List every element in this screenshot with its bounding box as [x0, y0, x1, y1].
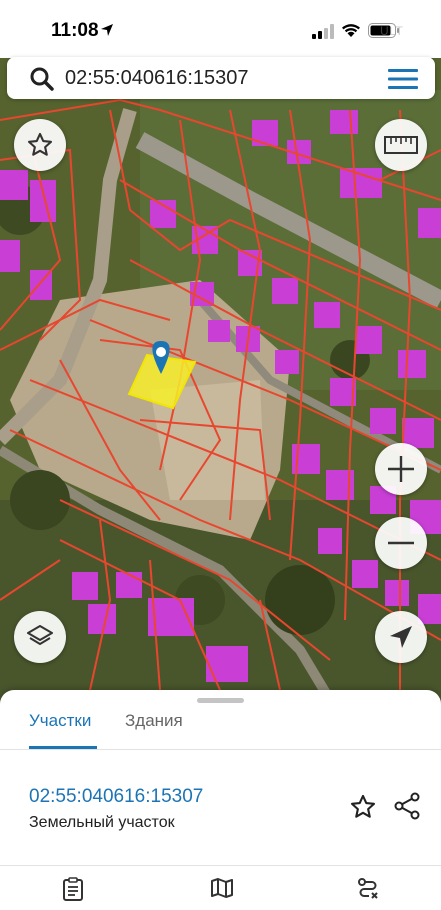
my-location-button[interactable]	[375, 611, 427, 663]
location-services-icon	[101, 24, 113, 36]
clipboard-list-icon[interactable]	[62, 877, 84, 901]
hamburger-menu-icon[interactable]	[388, 69, 418, 89]
measure-button[interactable]	[375, 119, 427, 171]
ruler-icon	[384, 136, 418, 154]
search-input[interactable]: 02:55:040616:15307	[65, 67, 249, 90]
minus-icon	[388, 541, 414, 545]
star-outline-icon	[27, 132, 53, 156]
navigation-arrow-icon	[390, 626, 412, 648]
layers-icon	[27, 625, 53, 645]
route-icon[interactable]	[357, 877, 379, 899]
bottom-navigation	[0, 866, 441, 910]
map-icon[interactable]	[210, 877, 234, 899]
sheet-grabber[interactable]	[197, 698, 244, 703]
bottom-sheet[interactable]: Участки Здания 02:55:040616:15307 Земель…	[0, 690, 441, 910]
cellular-signal-icon	[312, 24, 334, 39]
status-bar: 11:08 ULT	[0, 0, 441, 58]
tab-divider	[0, 749, 441, 750]
star-outline-icon[interactable]	[349, 793, 377, 821]
result-cadastral-number[interactable]: 02:55:040616:15307	[29, 786, 203, 808]
share-icon[interactable]	[393, 792, 421, 820]
search-icon[interactable]	[29, 66, 55, 92]
zoom-in-button[interactable]	[375, 443, 427, 495]
layers-button[interactable]	[14, 611, 66, 663]
wifi-icon	[342, 24, 360, 37]
status-time: 11:08	[51, 20, 99, 41]
watermark-text: ULT	[380, 24, 404, 38]
favorites-button[interactable]	[14, 119, 66, 171]
tab-parcels[interactable]: Участки	[29, 711, 91, 731]
result-type-label: Земельный участок	[29, 814, 175, 831]
plus-icon	[388, 456, 414, 482]
zoom-out-button[interactable]	[375, 517, 427, 569]
search-bar[interactable]: 02:55:040616:15307	[7, 57, 435, 99]
tab-buildings[interactable]: Здания	[125, 711, 183, 731]
